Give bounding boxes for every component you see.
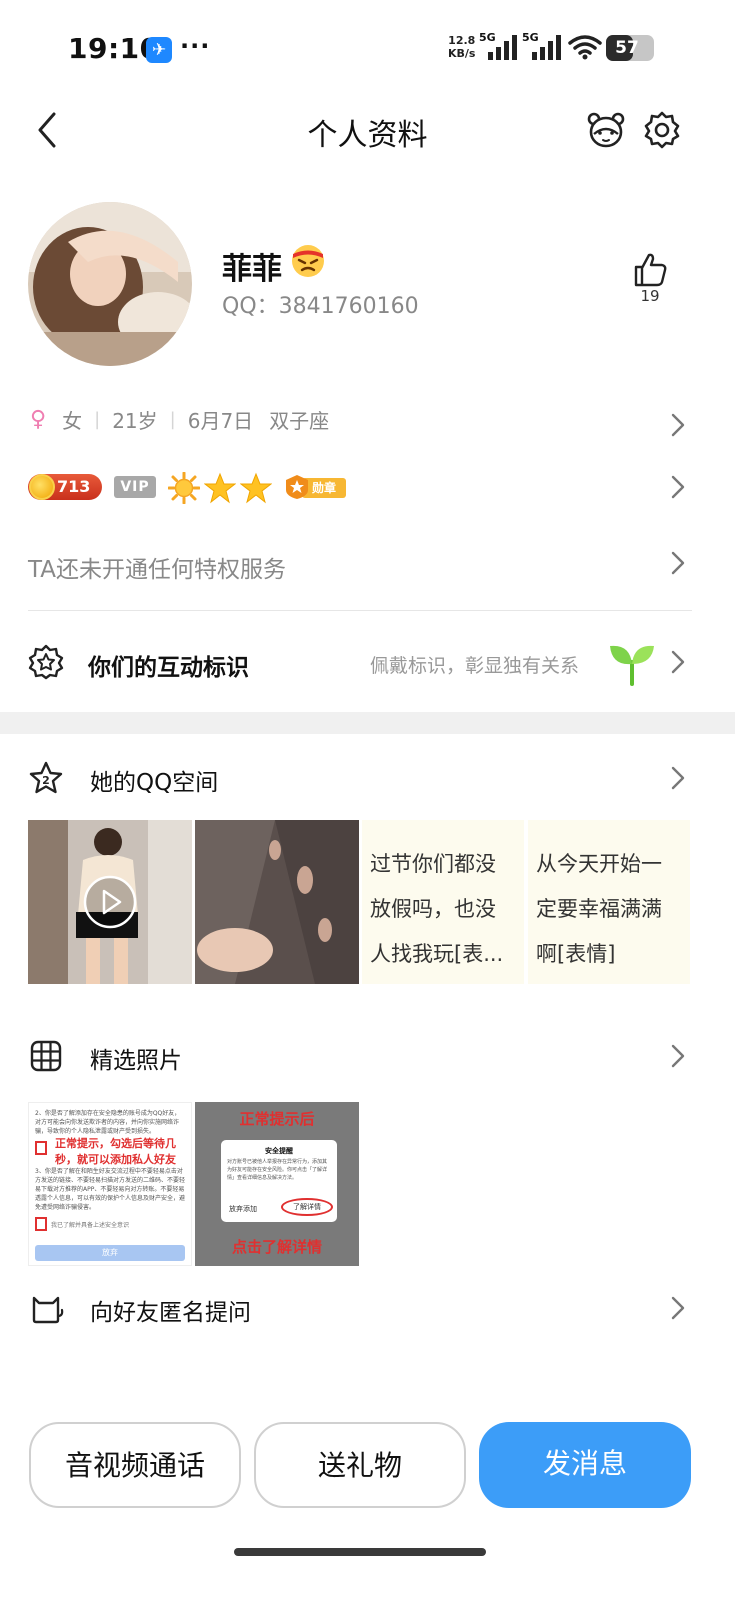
home-indicator[interactable] (234, 1548, 486, 1556)
qzone-text-post[interactable]: 过节你们都没 放假吗，也没 人找我玩[表... (362, 820, 524, 984)
photo1-highlight-box (35, 1141, 47, 1155)
send-message-button[interactable]: 发消息 (479, 1422, 691, 1508)
chevron-right-icon[interactable] (668, 410, 688, 440)
wifi-icon (568, 35, 602, 60)
age-text: 21岁 (112, 408, 158, 433)
coin-value: 713 (57, 477, 91, 496)
play-icon[interactable] (83, 875, 137, 929)
photo1-annotation-line2: 秒，就可以添加私人好友 (55, 1153, 176, 1166)
gender-female-icon: ♀ (30, 406, 47, 432)
selected-photo-1[interactable]: 2、你是否了解添加存在安全隐患的账号成为QQ好友，对方可能会向你发送欺诈者的内容… (28, 1102, 192, 1266)
photo1-annotation-line1: 正常提示，勾选后等待几 (55, 1137, 176, 1150)
network-speed-value: 12.8 (448, 34, 476, 47)
qzone-video-thumbnail[interactable] (28, 820, 192, 984)
photo-grid-icon (30, 1040, 62, 1072)
star-level-icon (240, 472, 272, 504)
qzone-post-line: 放假吗，也没 (370, 897, 496, 921)
like-thumb-icon[interactable] (630, 250, 670, 290)
svg-text:2: 2 (42, 774, 50, 787)
coin-icon (29, 474, 55, 500)
avatar-photo (28, 202, 192, 366)
photo2-dialog-cancel: 放弃添加 (229, 1205, 257, 1213)
qzone-photo-thumbnail[interactable] (195, 820, 359, 984)
send-gift-button[interactable]: 送礼物 (254, 1422, 466, 1508)
vip-badge: VIP (114, 476, 156, 498)
chevron-right-icon[interactable] (668, 548, 688, 578)
qzone-post-line: 人找我玩[表... (370, 942, 504, 966)
selected-photo-2[interactable]: 正常提示后 安全提醒 对方账号已被他人举报存在异常行为，添加其为好友可能存在安全… (195, 1102, 359, 1266)
battery-percent: 57 (615, 38, 639, 58)
star-level-icon (204, 472, 236, 504)
sprout-leaf-icon (610, 645, 654, 686)
qzone-star-icon: 2 (29, 761, 63, 794)
separator: | (169, 408, 176, 430)
network-speed-unit: KB/s (448, 47, 476, 60)
sun-level-icon (168, 472, 200, 504)
photo2-dialog-detail: 了解详情 (281, 1198, 333, 1216)
photo1-check-label: 我已了解并具备上述安全意识 (51, 1222, 130, 1229)
medal-badge: 勋章 (284, 474, 348, 500)
birthday-text: 6月7日 (187, 408, 254, 433)
like-count: 19 (640, 287, 660, 305)
photo2-dialog-body: 对方账号已被他人举报存在异常行为，添加其为好友可能存在安全风险。你可点击「了解详… (227, 1159, 328, 1181)
privilege-status[interactable]: TA还未开通任何特权服务 (28, 550, 286, 584)
signal2-icon (532, 35, 561, 60)
anonymous-cat-icon (32, 1296, 64, 1324)
chevron-right-icon[interactable] (668, 763, 688, 793)
basic-info-row[interactable]: ♀ 女 | 21岁 | 6月7日 双子座 (30, 404, 329, 434)
qzone-post-line: 过节你们都没 (370, 852, 496, 876)
chevron-right-icon[interactable] (668, 647, 688, 677)
qzone-post-line: 定要幸福满满 (536, 897, 662, 921)
qzone-post-line: 从今天开始一 (536, 852, 662, 876)
photo1-text-mid: 3、你是否了解在和陌生好友交流过程中不要轻易点击对方发送的链接、不要轻易扫描对方… (35, 1168, 186, 1211)
avatar[interactable] (28, 202, 192, 366)
chevron-right-icon[interactable] (668, 1041, 688, 1071)
chevron-right-icon[interactable] (668, 472, 688, 502)
medal-icon (286, 475, 308, 499)
more-notifications-icon: ··· (180, 32, 211, 60)
angry-face-emoji-icon (292, 245, 324, 277)
separator: | (94, 408, 101, 430)
gender-text: 女 (62, 408, 83, 433)
status-bar: 19:10 ✈ ··· 12.8 KB/s 5G 5G 57 (0, 0, 735, 100)
photo1-highlight-box (35, 1217, 47, 1231)
audio-video-call-button[interactable]: 音视频通话 (29, 1422, 241, 1508)
divider (28, 610, 692, 611)
zodiac-text: 双子座 (269, 408, 330, 433)
interaction-mark-hint: 佩戴标识，彰显独有关系 (370, 655, 580, 677)
nickname: 菲菲 (222, 252, 282, 287)
interaction-mark-icon (28, 644, 64, 680)
interaction-mark-label[interactable]: 你们的互动标识 (88, 648, 249, 682)
qq-level-coin-badge: 713 (28, 474, 102, 500)
photo2-annotation-top: 正常提示后 (239, 1110, 315, 1128)
signal1-icon (488, 35, 517, 60)
qzone-text-post[interactable]: 从今天开始一 定要幸福满满 啊[表情] (528, 820, 690, 984)
photo1-button: 放弃 (35, 1245, 185, 1261)
anonymous-question-label[interactable]: 向好友匿名提问 (90, 1293, 251, 1327)
pet-bear-icon[interactable] (586, 110, 626, 150)
photo2-dialog-title: 安全提醒 (265, 1147, 293, 1155)
notification-app-icon: ✈ (146, 37, 172, 63)
network-speed: 12.8 KB/s (448, 34, 475, 60)
qzone-post-line: 啊[表情] (536, 942, 616, 966)
chevron-right-icon[interactable] (668, 1293, 688, 1323)
settings-gear-icon[interactable] (642, 110, 682, 150)
qq-number: QQ：3841760160 (222, 294, 419, 319)
section-gap (0, 712, 735, 734)
photo2-dialog: 安全提醒 对方账号已被他人举报存在异常行为，添加其为好友可能存在安全风险。你可点… (221, 1140, 337, 1222)
qzone-section-label[interactable]: 她的QQ空间 (90, 763, 218, 797)
battery-icon: 57 (606, 35, 654, 61)
qzone-photo-image (195, 820, 359, 984)
photos-section-label[interactable]: 精选照片 (90, 1041, 182, 1075)
photo2-annotation-bottom: 点击了解详情 (231, 1238, 322, 1256)
